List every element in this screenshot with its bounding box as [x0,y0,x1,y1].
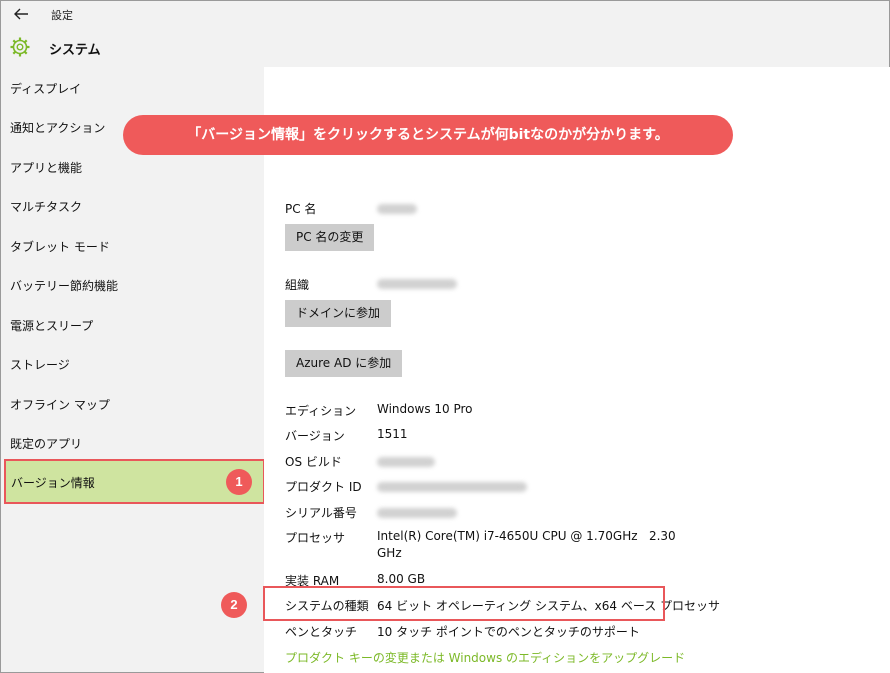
sidebar-item-tablet-mode[interactable]: タブレット モード [1,227,263,263]
settings-window: 設定 システム ディスプレイ 通知とアクション アプリと機能 マルチタスク タブ… [0,0,890,673]
sidebar-item-label: ストレージ [10,358,70,372]
pen-touch-label: ペンとタッチ [285,625,358,639]
section-title: システム [49,43,101,58]
processor-label: プロセッサ [285,531,346,545]
sidebar-item-label: タブレット モード [10,240,110,254]
sidebar: ディスプレイ 通知とアクション アプリと機能 マルチタスク タブレット モード … [1,67,265,672]
sidebar-item-display[interactable]: ディスプレイ [1,69,263,105]
sidebar-item-label: 通知とアクション [10,121,106,135]
product-id-value-blurred [377,482,527,492]
rename-pc-button[interactable]: PC 名の変更 [285,224,375,251]
annotation-badge-1: 1 [226,469,252,495]
os-build-value-blurred [377,457,435,467]
sidebar-item-label: オフライン マップ [10,398,110,412]
system-type-highlight [263,586,665,621]
upgrade-edition-link[interactable]: プロダクト キーの変更または Windows のエディションをアップグレード [285,649,685,666]
sidebar-item-label: マルチタスク [10,200,83,214]
ram-value: 8.00 GB [377,572,426,586]
sidebar-item-label: バージョン情報 [11,476,95,490]
join-domain-button[interactable]: ドメインに参加 [285,300,392,327]
edition-value: Windows 10 Pro [377,402,473,416]
gear-icon [10,37,30,57]
sidebar-item-label: 既定のアプリ [10,437,83,451]
sidebar-item-label: アプリと機能 [10,161,83,175]
window-title: 設定 [51,9,73,22]
sidebar-item-label: バッテリー節約機能 [10,279,119,293]
pen-touch-value: 10 タッチ ポイントでのペンとタッチのサポート [377,625,640,639]
organization-value-blurred [377,279,457,289]
sidebar-item-label: ディスプレイ [10,82,82,96]
processor-value-cont: GHz [377,546,402,560]
serial-number-value-blurred [377,508,457,518]
sidebar-item-multitasking[interactable]: マルチタスク [1,187,263,223]
version-label: バージョン [285,429,345,443]
sidebar-item-battery-saver[interactable]: バッテリー節約機能 [1,266,263,302]
about-panel: PC 名 PC 名の変更 組織 ドメインに参加 Azure AD に参加 エディ… [264,67,890,673]
pc-name-value-blurred [377,204,417,214]
section-header: システム [1,33,889,63]
annotation-badge-2: 2 [221,592,247,618]
os-build-label: OS ビルド [285,455,342,469]
title-bar: 設定 [1,1,889,29]
serial-number-label: シリアル番号 [285,506,357,520]
annotation-banner: 「バージョン情報」をクリックするとシステムが何bitなのかが分かります。 [123,115,733,155]
sidebar-item-about[interactable]: バージョン情報 1 [4,459,265,504]
sidebar-item-default-apps[interactable]: 既定のアプリ [1,424,263,460]
product-id-label: プロダクト ID [285,480,362,494]
version-value: 1511 [377,427,408,441]
processor-value: Intel(R) Core(TM) i7-4650U CPU @ 1.70GHz… [377,529,676,543]
sidebar-item-power-sleep[interactable]: 電源とスリープ [1,306,263,342]
back-arrow-icon[interactable] [11,6,31,22]
sidebar-item-offline-maps[interactable]: オフライン マップ [1,385,263,421]
pc-name-label: PC 名 [285,202,317,216]
sidebar-item-label: 電源とスリープ [10,319,94,333]
sidebar-item-storage[interactable]: ストレージ [1,345,263,381]
join-azure-ad-button[interactable]: Azure AD に参加 [285,350,403,377]
organization-label: 組織 [285,278,310,292]
edition-label: エディション [285,404,357,418]
